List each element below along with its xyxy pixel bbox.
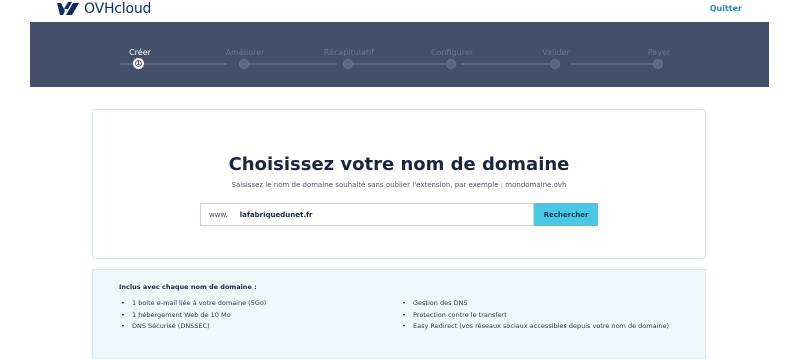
step-label: Créer bbox=[129, 48, 151, 57]
step-label: Améliorer bbox=[225, 48, 265, 57]
domain-search-field[interactable]: www. bbox=[200, 203, 534, 226]
list-item: 1 boite e-mail liée à votre domaine (5Go… bbox=[119, 298, 379, 310]
included-features-box: Inclus avec chaque nom de domaine : 1 bo… bbox=[92, 269, 706, 359]
step-valider[interactable]: Valider bbox=[501, 22, 611, 87]
domain-search-card: Choisissez votre nom de domaine Saisisse… bbox=[92, 109, 706, 259]
page-title: Choisissez votre nom de domaine bbox=[228, 154, 570, 175]
page-subtitle: Saisissez le nom de domaine souhaité san… bbox=[231, 181, 567, 189]
list-item: Gestion des DNS bbox=[400, 298, 680, 310]
step-label: Configurer bbox=[430, 48, 474, 57]
features-list-left: 1 boite e-mail liée à votre domaine (5Go… bbox=[119, 298, 379, 333]
order-stepper: Créer 1 Améliorer Récapitulatif Configur… bbox=[30, 22, 769, 87]
www-prefix: www. bbox=[209, 210, 228, 219]
features-list-right: Gestion des DNS Protection contre le tra… bbox=[400, 298, 680, 333]
ovh-logo-icon bbox=[57, 2, 79, 15]
step-configurer[interactable]: Configurer bbox=[397, 22, 507, 87]
step-indicator bbox=[550, 59, 560, 69]
domain-search: www. Rechercher bbox=[200, 203, 598, 226]
top-bar: OVHcloud Quitter bbox=[0, 0, 800, 20]
list-item: Easy Redirect (vos réseaux sociaux acces… bbox=[400, 321, 680, 333]
step-payer[interactable]: Payer bbox=[604, 22, 714, 87]
ovhcloud-logo[interactable]: OVHcloud bbox=[56, 1, 151, 17]
step-label: Valider bbox=[542, 48, 570, 57]
included-features-title: Inclus avec chaque nom de domaine : bbox=[119, 283, 257, 291]
quit-link[interactable]: Quitter bbox=[710, 4, 742, 13]
step-indicator bbox=[239, 59, 249, 69]
domain-search-input[interactable] bbox=[239, 210, 510, 219]
step-label: Récapitulatif bbox=[323, 48, 375, 57]
step-indicator bbox=[446, 59, 456, 69]
step-recapitulatif[interactable]: Récapitulatif bbox=[294, 22, 404, 87]
list-item: DNS Sécurisé (DNSSEC) bbox=[119, 321, 379, 333]
list-item: Protection contre le transfert bbox=[400, 310, 680, 322]
step-indicator bbox=[653, 59, 663, 69]
step-indicator bbox=[343, 59, 353, 69]
list-item: 1 hébergement Web de 10 Mo bbox=[119, 310, 379, 322]
logo-text: OVHcloud bbox=[84, 1, 152, 17]
step-indicator-active: 1 bbox=[133, 58, 144, 69]
step-ameliorer[interactable]: Améliorer bbox=[190, 22, 300, 87]
step-label: Payer bbox=[647, 48, 671, 57]
search-button[interactable]: Rechercher bbox=[534, 203, 598, 226]
step-creer[interactable]: Créer 1 bbox=[85, 22, 195, 87]
